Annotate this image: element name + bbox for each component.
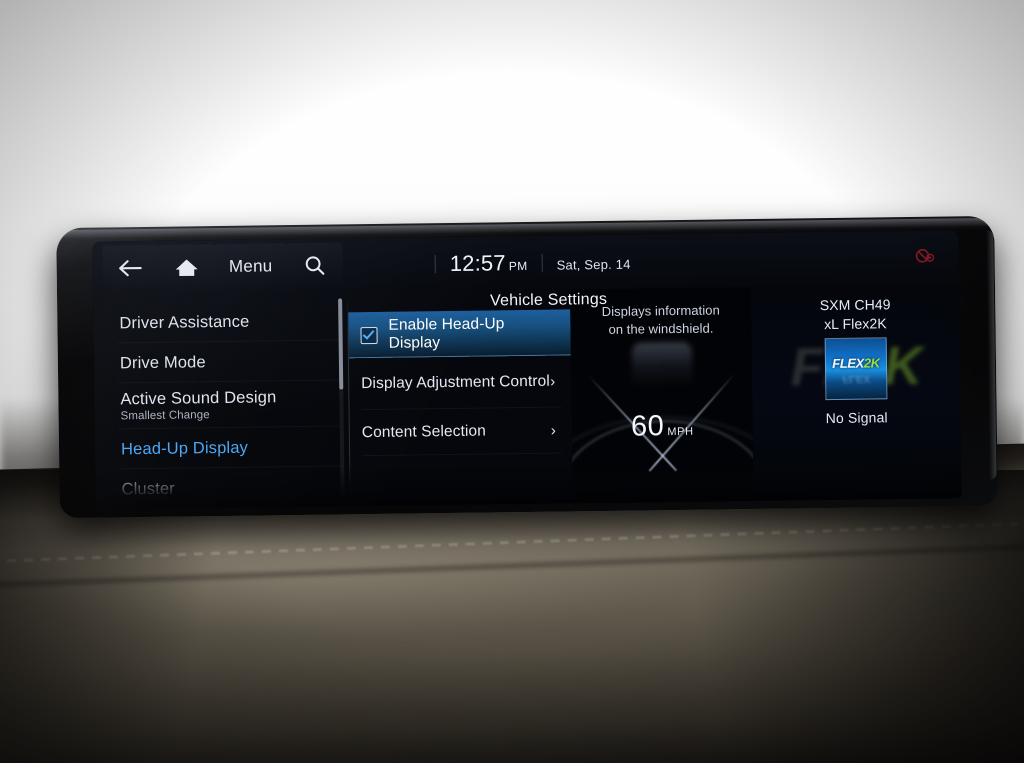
chevron-right-icon: › — [550, 422, 556, 440]
back-arrow-icon — [118, 259, 144, 277]
clock-date: Sat, Sep. 14 — [556, 256, 631, 273]
clock-area[interactable]: 12:57 PM Sat, Sep. 14 — [421, 249, 631, 278]
hud-preview-illustration: 60 MPH — [569, 287, 754, 504]
radio-status: No Signal — [825, 409, 888, 427]
album-art-text: FLEX2K — [826, 355, 886, 371]
no-recording-icon — [914, 247, 936, 265]
sidebar-item-label: Head-Up Display — [120, 438, 249, 459]
display-adjustment-control-row[interactable]: Display Adjustment Control › — [349, 355, 572, 411]
photo-scene: Menu 12:57 PM Sat, Sep. 14 Vehicle Setti… — [0, 0, 1024, 763]
option-separator — [362, 452, 563, 457]
hud-preview-panel: Displays information on the windshield. … — [569, 287, 754, 504]
content-selection-row[interactable]: Content Selection › — [350, 407, 573, 457]
page-title: Vehicle Settings — [489, 290, 608, 310]
sidebar-item-driver-assistance[interactable]: Driver Assistance — [93, 300, 349, 344]
sidebar-item-sublabel: Smallest Change — [120, 409, 210, 423]
home-icon — [174, 256, 200, 278]
car-ahead-graphic — [631, 341, 692, 385]
back-button[interactable] — [102, 244, 159, 292]
speed-unit: MPH — [667, 425, 694, 439]
content-area: Driver Assistance Drive Mode Active Soun… — [93, 284, 962, 510]
settings-category-list: Driver Assistance Drive Mode Active Soun… — [93, 292, 351, 510]
clock-divider-left — [434, 255, 436, 274]
album-art-brand: FLEX — [832, 355, 864, 372]
menu-button-label: Menu — [228, 256, 273, 276]
clock-divider-right — [541, 253, 543, 272]
sidebar-item-label: Drive Mode — [119, 353, 206, 373]
hud-settings-panel: Enable Head-Up Display Display Adjustmen… — [348, 289, 573, 506]
album-art[interactable]: FLEX2K FLEX — [824, 337, 888, 401]
radio-widget[interactable]: FL2K SXM CH49 xL Flex2K FLEX2K FLEX No S… — [750, 284, 962, 502]
clock-time: 12:57 — [449, 250, 506, 277]
screen-surface: Menu 12:57 PM Sat, Sep. 14 Vehicle Setti… — [92, 230, 962, 510]
speed-readout: 60 MPH — [572, 409, 753, 444]
search-icon — [304, 255, 326, 277]
radio-channel-name: xL Flex2K — [824, 315, 887, 332]
infotainment-display-unit: Menu 12:57 PM Sat, Sep. 14 Vehicle Setti… — [56, 215, 998, 519]
clock-ampm: PM — [508, 258, 528, 274]
option-label: Enable Head-Up Display — [388, 315, 505, 352]
nav-button-group: Menu — [102, 242, 343, 292]
search-button[interactable] — [286, 242, 343, 290]
sidebar-item-label: Cluster — [121, 479, 176, 499]
sidebar-item-label: Driver Assistance — [119, 312, 250, 333]
sidebar-item-head-up-display[interactable]: Head-Up Display — [95, 426, 351, 470]
dashboard-shadow-right — [604, 470, 1024, 763]
sidebar-item-drive-mode[interactable]: Drive Mode — [94, 340, 350, 384]
chevron-right-icon: › — [550, 373, 556, 391]
option-label: Display Adjustment Control — [361, 372, 550, 393]
sidebar-item-label: Active Sound Design — [120, 388, 277, 409]
home-button[interactable] — [158, 244, 215, 291]
sidebar-item-cluster[interactable]: Cluster — [95, 466, 351, 509]
status-bar: Menu 12:57 PM Sat, Sep. 14 — [92, 230, 959, 296]
album-art-accent: 2K — [863, 355, 880, 371]
album-art-reflection: FLEX — [842, 372, 871, 385]
speed-value: 60 — [630, 410, 665, 443]
enable-head-up-display-checkbox[interactable] — [360, 326, 378, 344]
sidebar-item-active-sound-design[interactable]: Active Sound Design Smallest Change — [94, 380, 350, 430]
menu-button[interactable]: Menu — [214, 243, 287, 291]
option-label: Content Selection — [361, 422, 487, 442]
